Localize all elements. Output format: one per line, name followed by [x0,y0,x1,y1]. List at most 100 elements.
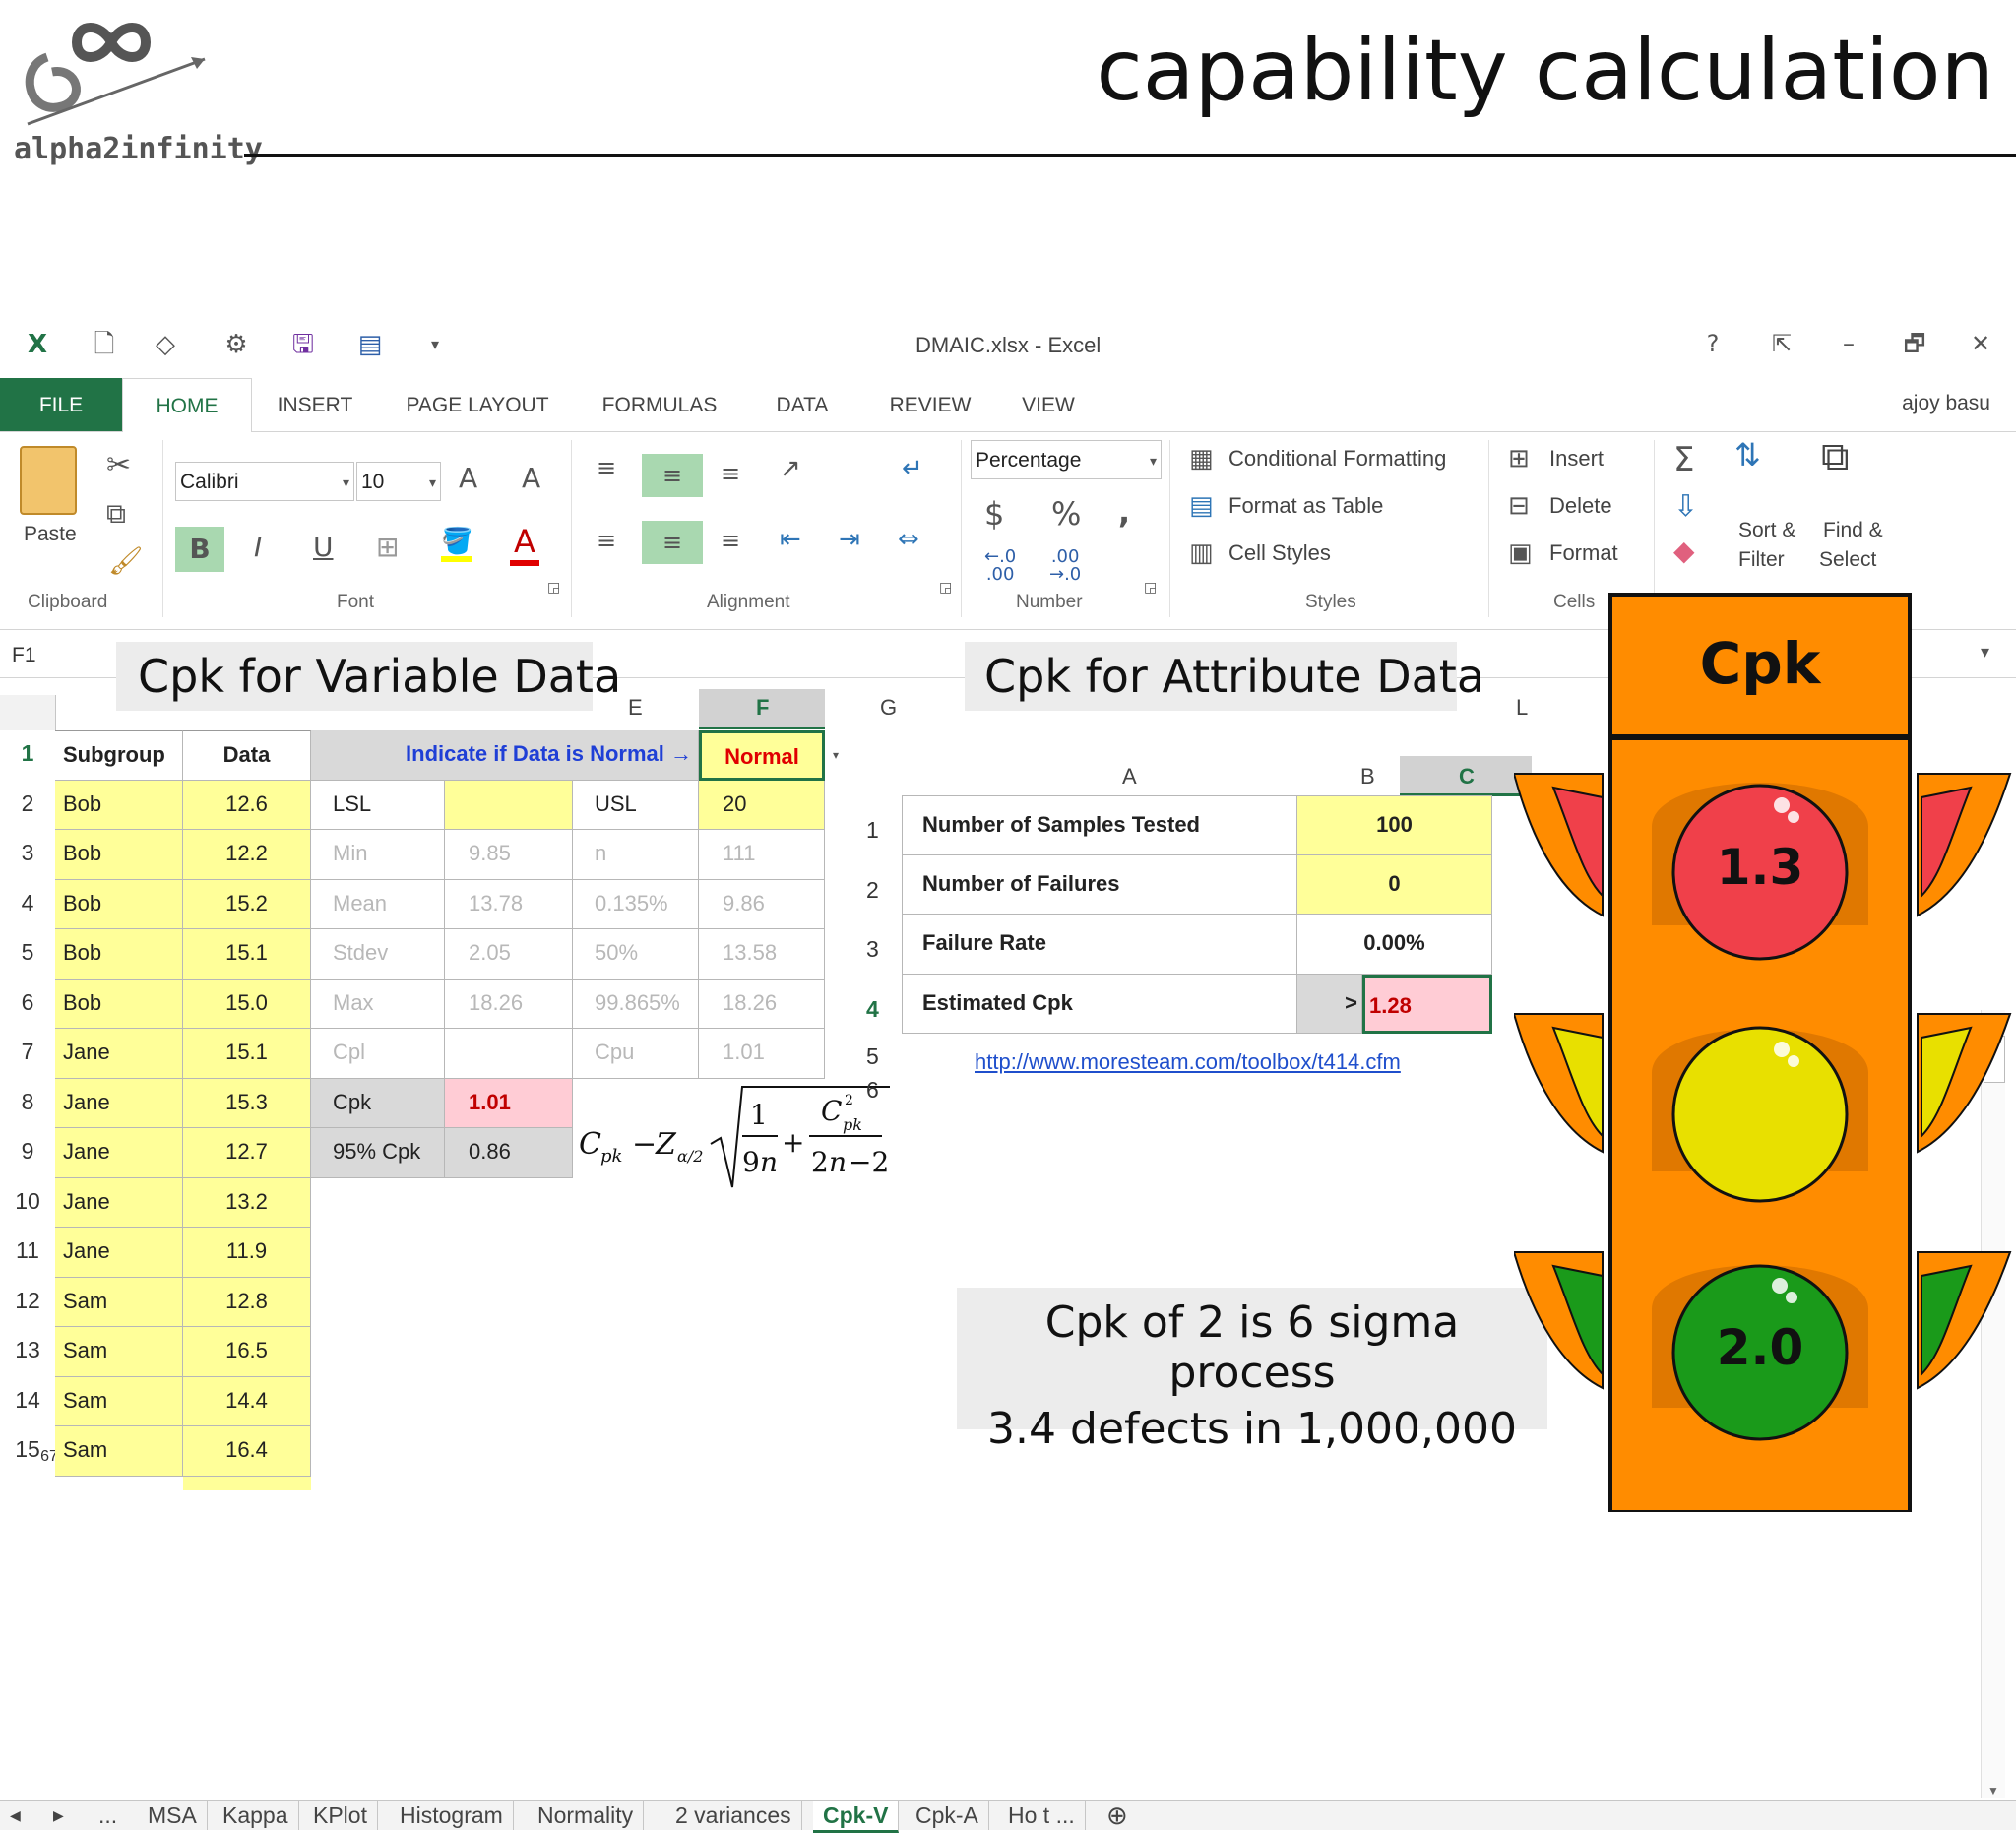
fill-icon[interactable]: ⇩ [1673,489,1698,524]
row-number[interactable]: 3 [0,840,55,866]
add-sheet-icon[interactable]: ⊕ [1097,1801,1138,1830]
clear-icon[interactable]: ◆ [1673,535,1695,567]
sort-filter-label[interactable]: Sort & [1738,519,1796,542]
comma-button[interactable]: , [1118,493,1130,531]
cut-icon[interactable]: ✂ [106,448,131,482]
sheet-tab-cpk-v[interactable]: Cpk-V [813,1801,900,1833]
sheet-tab-ho-t[interactable]: Ho t ... [998,1801,1086,1830]
subgroup-cell[interactable]: Jane [55,1228,183,1278]
name-box[interactable]: F1 [12,644,36,667]
row-number[interactable]: 4 [0,890,55,916]
font-color-icon[interactable]: A [510,523,539,566]
tab-view[interactable]: VIEW [1014,378,1083,431]
data-cell[interactable]: 12.8 [183,1277,311,1327]
underline-button[interactable]: U [313,531,334,563]
subgroup-cell[interactable]: Sam [55,1376,183,1426]
restore-button[interactable]: 🗗 [1895,327,1934,360]
tab-home[interactable]: HOME [122,378,252,433]
data-cell[interactable]: 12.6 [183,780,311,830]
next-sheet-icon[interactable]: ▶ [43,1801,74,1830]
stat-value[interactable]: 13.78 [445,879,573,929]
data-cell[interactable]: 13.2 [183,1177,311,1228]
format-button[interactable]: Format [1549,540,1618,566]
data-cell[interactable]: 14.4 [183,1376,311,1426]
decrease-indent-icon[interactable]: ⇤ [780,525,801,554]
decrease-decimal-button[interactable]: .00 →.0 [1049,548,1081,584]
customize-qat-icon[interactable]: ▾ [417,327,453,362]
alignment-dialog-launcher-icon[interactable]: ◲ [939,580,952,596]
font-size-select[interactable]: 10 ▾ [356,462,441,501]
data-cell[interactable]: 15.1 [183,929,311,980]
excel-app-icon[interactable]: X [20,327,55,362]
attr-value[interactable]: 0 [1297,854,1492,915]
data-cell[interactable]: 15.1 [183,1029,311,1079]
stat-value[interactable]: 18.26 [699,979,825,1029]
row-number[interactable]: 14 [0,1387,55,1414]
subgroup-cell[interactable]: Jane [55,1128,183,1178]
stat-value[interactable]: 18.26 [445,979,573,1029]
data-cell[interactable]: 12.2 [183,830,311,880]
number-dialog-launcher-icon[interactable]: ◲ [1144,580,1157,596]
attr-row-number[interactable]: 6 [866,1077,879,1104]
cpk-value[interactable]: 1.01 [445,1078,573,1128]
sort-filter-label-2[interactable]: Filter [1738,548,1785,572]
freeze-panes-icon[interactable]: ▤ [352,327,388,362]
attr-col-a-header[interactable]: A [1122,764,1137,790]
align-right-icon[interactable]: ≡ [721,527,740,554]
prev-sheet-icon[interactable]: ◀ [0,1801,31,1830]
moresteam-link[interactable]: http://www.moresteam.com/toolbox/t414.cf… [975,1049,1401,1075]
subgroup-cell[interactable]: Jane [55,1029,183,1079]
sheet-tab-2-variances[interactable]: 2 variances [665,1801,802,1830]
delete-button[interactable]: Delete [1549,493,1612,519]
align-left-icon[interactable]: ≡ [597,527,616,554]
row-number[interactable]: 2 [0,790,55,817]
scroll-down-icon[interactable]: ▼ [1985,1784,2001,1798]
subgroup-cell[interactable]: Jane [55,1177,183,1228]
attr-col-b-header[interactable]: B [1360,764,1375,790]
select-all-corner[interactable] [0,695,56,730]
cell-styles-button[interactable]: Cell Styles [1228,540,1331,566]
attr-col-c-header[interactable]: C [1459,764,1475,790]
attr-row-number[interactable]: 3 [866,936,879,963]
data-cell[interactable]: 11.9 [183,1228,311,1278]
tab-insert[interactable]: INSERT [266,378,364,431]
wrap-text-icon[interactable]: ↵ [902,454,923,483]
sheet-tab-cpk-a[interactable]: Cpk-A [906,1801,989,1830]
more-sheets-left[interactable]: ... [89,1801,127,1830]
dropdown-arrow-icon[interactable]: ▾ [833,748,839,762]
data-cell[interactable]: 15.0 [183,979,311,1029]
increase-font-icon[interactable]: A [459,462,477,494]
gears-icon[interactable]: ⚙ [219,327,254,362]
tab-formulas[interactable]: FORMULAS [591,378,728,431]
percent-button[interactable]: % [1051,495,1081,533]
subgroup-cell[interactable]: Bob [55,879,183,929]
sheet-tab-kappa[interactable]: Kappa [213,1801,299,1830]
find-select-label[interactable]: Find & [1823,519,1883,542]
font-dialog-launcher-icon[interactable]: ◲ [547,580,560,596]
column-header-f[interactable]: F [756,695,769,721]
paste-icon[interactable] [20,446,77,515]
stat-value[interactable]: 20 [699,780,825,830]
stat-value[interactable]: 9.86 [699,879,825,929]
stat-value[interactable] [445,780,573,830]
subgroup-cell[interactable]: Bob [55,780,183,830]
tab-data[interactable]: DATA [758,378,847,431]
orientation-icon[interactable]: ↗ [780,454,801,483]
tab-review[interactable]: REVIEW [876,378,984,431]
new-document-icon[interactable]: 🗋 [87,327,122,362]
row-number[interactable]: 11 [0,1237,55,1264]
shapes-icon[interactable]: ◇ [148,327,183,362]
stat-value[interactable]: 2.05 [445,929,573,980]
column-header-g[interactable]: G [880,695,897,721]
column-header-e[interactable]: E [628,695,643,721]
close-button[interactable]: ✕ [1961,327,2000,360]
tab-file[interactable]: FILE [0,378,122,431]
row-number[interactable]: 13 [0,1337,55,1363]
attr-row-number[interactable]: 2 [866,877,879,904]
save-icon[interactable]: 🖫 [285,327,321,362]
sheet-tab-msa[interactable]: MSA [138,1801,208,1830]
row-number[interactable]: 5 [0,939,55,966]
italic-button[interactable]: I [254,531,262,563]
attr-row-number[interactable]: 4 [866,996,879,1023]
copy-icon[interactable]: ⧉ [106,497,126,531]
